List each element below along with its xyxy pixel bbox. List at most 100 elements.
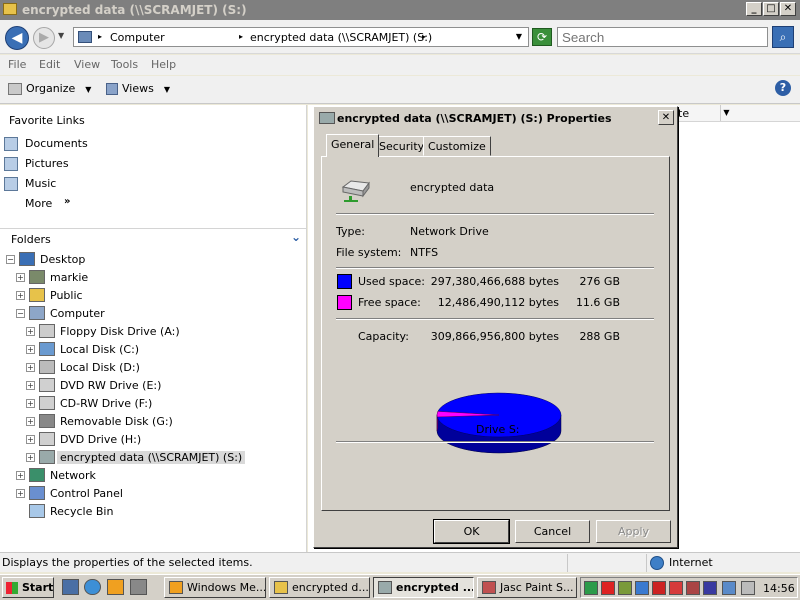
- drive-caption: Drive S:: [476, 423, 520, 436]
- task-windows-media[interactable]: Windows Me...: [164, 577, 266, 598]
- recent-pages-dropdown[interactable]: ▼: [58, 31, 64, 40]
- clock[interactable]: 14:56: [763, 582, 795, 595]
- tray-app-icon[interactable]: [584, 581, 598, 595]
- breadcrumb-separator[interactable]: ▸: [239, 32, 243, 41]
- refresh-button[interactable]: ⟳: [532, 28, 552, 46]
- expand-icon[interactable]: +: [26, 381, 35, 390]
- column-header[interactable]: te ▼: [678, 105, 800, 122]
- used-space-swatch: [337, 274, 352, 289]
- folder-icon: [29, 288, 45, 302]
- expand-icon[interactable]: +: [26, 327, 35, 336]
- tray-antivirus-icon[interactable]: [669, 581, 683, 595]
- cancel-button[interactable]: Cancel: [515, 520, 590, 543]
- expand-icon[interactable]: +: [16, 471, 25, 480]
- expand-icon[interactable]: +: [26, 399, 35, 408]
- folders-heading: Folders: [11, 233, 51, 246]
- drive-name: encrypted data: [410, 181, 495, 194]
- tab-customize[interactable]: Customize: [423, 136, 491, 156]
- breadcrumb-computer[interactable]: Computer: [110, 31, 165, 44]
- collapse-icon[interactable]: −: [16, 309, 25, 318]
- task-paint-shop[interactable]: Jasc Paint S...: [477, 577, 577, 598]
- breadcrumb-drive[interactable]: encrypted data (\\SCRAMJET) (S:): [250, 31, 432, 44]
- navigation-pane: Favorite Links Documents Pictures Music …: [0, 105, 307, 552]
- removable-disk-icon: [39, 414, 55, 428]
- tray-ati-icon[interactable]: [601, 581, 615, 595]
- organize-label: Organize: [26, 82, 76, 95]
- free-space-bytes: 12,486,490,112 bytes: [437, 296, 559, 309]
- tree-item-label: markie: [50, 271, 89, 284]
- address-field[interactable]: ▸ Computer ▸ encrypted data (\\SCRAMJET)…: [73, 27, 529, 47]
- address-dropdown[interactable]: ▼: [516, 32, 522, 41]
- views-button[interactable]: Views ▼: [106, 82, 170, 95]
- help-button[interactable]: ?: [775, 80, 791, 96]
- music-icon: [4, 177, 18, 191]
- free-space-size: 11.6 GB: [575, 296, 620, 309]
- internet-explorer-icon[interactable]: [84, 579, 101, 595]
- tree-item-label: Computer: [50, 307, 105, 320]
- start-button[interactable]: Start: [2, 577, 54, 598]
- tree-item-label: Local Disk (C:): [60, 343, 140, 356]
- show-desktop-icon[interactable]: [62, 579, 79, 595]
- search-button[interactable]: ⌕: [772, 26, 794, 48]
- apply-button[interactable]: Apply: [596, 520, 671, 543]
- menu-file[interactable]: File: [8, 58, 26, 71]
- tray-utility-icon[interactable]: [686, 581, 700, 595]
- expand-icon[interactable]: +: [26, 417, 35, 426]
- tree-item-label: Recycle Bin: [50, 505, 114, 518]
- search-input[interactable]: [557, 27, 768, 47]
- properties-dialog: encrypted data (\\SCRAMJET) (S:) Propert…: [313, 106, 678, 548]
- menu-view[interactable]: View: [74, 58, 100, 71]
- folders-header[interactable]: Folders ⌄: [0, 228, 307, 250]
- expand-icon[interactable]: +: [26, 363, 35, 372]
- network-drive-icon: [39, 450, 55, 464]
- globe-icon: [650, 556, 664, 570]
- pictures-icon: [4, 157, 18, 171]
- app-launcher-icon[interactable]: [130, 579, 147, 595]
- organize-button[interactable]: Organize ▼: [8, 82, 91, 95]
- maximize-button[interactable]: □: [763, 2, 779, 16]
- computer-icon: [29, 306, 45, 320]
- tree-item-label: Local Disk (D:): [60, 361, 140, 374]
- divider: [336, 441, 654, 443]
- free-space-label: Free space:: [358, 296, 421, 309]
- folder-icon: [274, 581, 288, 594]
- tray-network-icon[interactable]: [618, 581, 632, 595]
- expand-icon[interactable]: +: [16, 273, 25, 282]
- expand-icon[interactable]: +: [26, 345, 35, 354]
- tab-general[interactable]: General: [326, 134, 380, 157]
- column-dropdown[interactable]: ▼: [720, 105, 732, 121]
- task-explorer-window[interactable]: encrypted d...: [269, 577, 370, 598]
- volume-icon[interactable]: [741, 581, 755, 595]
- tray-security-icon[interactable]: [635, 581, 649, 595]
- favorite-more[interactable]: More »: [4, 196, 84, 212]
- ok-button[interactable]: OK: [433, 519, 510, 544]
- zone-label: Internet: [669, 556, 713, 569]
- menu-edit[interactable]: Edit: [39, 58, 60, 71]
- tray-alert-icon[interactable]: [652, 581, 666, 595]
- close-button[interactable]: ✕: [780, 2, 796, 16]
- local-disk-icon: [39, 360, 55, 374]
- status-message: Displays the properties of the selected …: [2, 556, 253, 569]
- minimize-button[interactable]: _: [746, 2, 762, 16]
- expand-icon[interactable]: +: [26, 453, 35, 462]
- tray-monitor-icon[interactable]: [722, 581, 736, 595]
- breadcrumb-separator[interactable]: ▸: [422, 32, 426, 41]
- expand-icon[interactable]: +: [16, 291, 25, 300]
- collapse-icon[interactable]: −: [6, 255, 15, 264]
- breadcrumb-separator[interactable]: ▸: [98, 32, 102, 41]
- network-drive-icon: [341, 180, 370, 202]
- dialog-close-button[interactable]: ✕: [658, 110, 674, 125]
- menu-tools[interactable]: Tools: [111, 58, 138, 71]
- media-player-icon: [169, 581, 183, 594]
- media-player-icon[interactable]: [107, 579, 124, 595]
- column-header-label: te: [678, 107, 690, 120]
- expand-icon[interactable]: +: [16, 489, 25, 498]
- tab-security[interactable]: Security: [374, 136, 430, 156]
- tray-sync-icon[interactable]: [703, 581, 717, 595]
- menu-help[interactable]: Help: [151, 58, 176, 71]
- divider: [336, 318, 654, 320]
- back-button[interactable]: ◀: [5, 26, 29, 50]
- expand-icon[interactable]: +: [26, 435, 35, 444]
- task-properties-dialog[interactable]: encrypted ...: [373, 577, 474, 598]
- forward-button[interactable]: ▶: [33, 27, 55, 49]
